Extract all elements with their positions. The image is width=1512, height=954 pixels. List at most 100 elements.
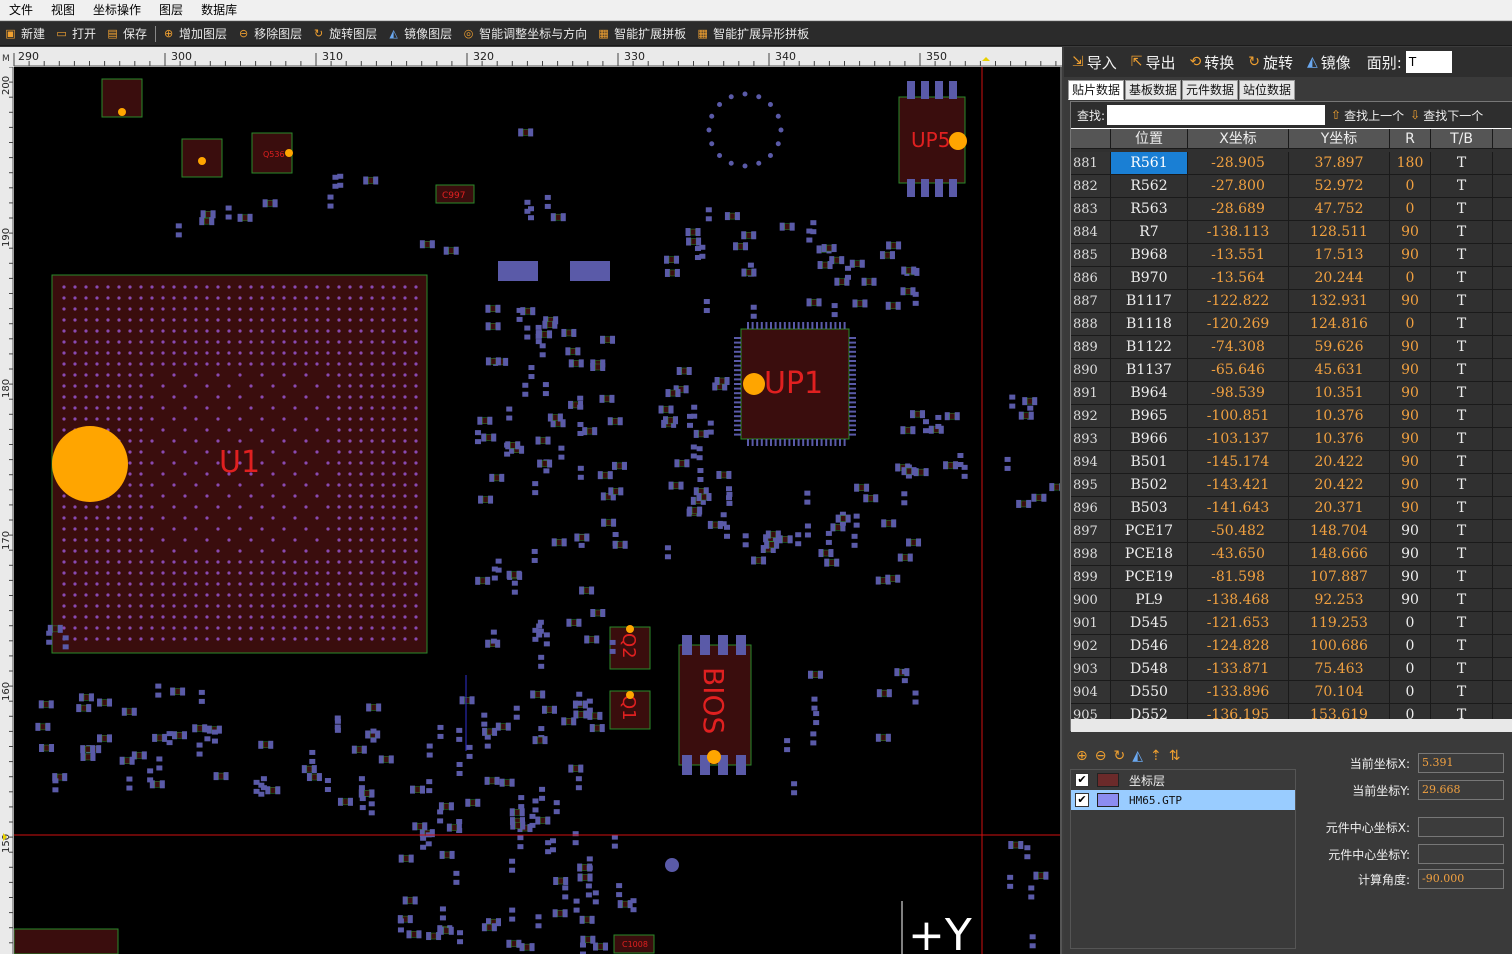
row-position[interactable]: B968	[1111, 244, 1188, 267]
row-x[interactable]: -145.174	[1188, 451, 1289, 474]
row-x[interactable]: -50.482	[1188, 520, 1289, 543]
row-rotation[interactable]: 0	[1390, 313, 1431, 336]
row-rotation[interactable]: 0	[1390, 635, 1431, 658]
component-bottom-left[interactable]	[14, 928, 119, 954]
row-position[interactable]: PL9	[1111, 589, 1188, 612]
col-r-header[interactable]: R	[1390, 129, 1431, 149]
row-x[interactable]: -27.800	[1188, 175, 1289, 198]
smart-panel-button[interactable]: ▦ 智能扩展拼板	[597, 22, 686, 46]
row-position[interactable]: PCE19	[1111, 566, 1188, 589]
row-position[interactable]: PCE18	[1111, 543, 1188, 566]
row-side[interactable]: T	[1431, 267, 1493, 290]
center-x-field[interactable]	[1418, 817, 1504, 837]
table-row[interactable]: 887 B1117 -122.822 132.931 90 T	[1071, 290, 1512, 313]
row-side[interactable]: T	[1431, 589, 1493, 612]
row-x[interactable]: -120.269	[1188, 313, 1289, 336]
row-rotation[interactable]: 90	[1390, 428, 1431, 451]
table-row[interactable]: 881 R561 -28.905 37.897 180 T	[1071, 152, 1512, 175]
row-x[interactable]: -74.308	[1188, 336, 1289, 359]
save-button[interactable]: ▤ 保存	[106, 22, 147, 46]
layer-checkbox-coordinate[interactable]: ✔	[1075, 773, 1089, 787]
row-side[interactable]: T	[1431, 612, 1493, 635]
row-y[interactable]: 10.376	[1289, 428, 1390, 451]
table-row[interactable]: 902 D546 -124.828 100.686 0 T	[1071, 635, 1512, 658]
rotate-layer-icon[interactable]: ↻	[1113, 748, 1125, 764]
row-position[interactable]: B970	[1111, 267, 1188, 290]
row-side[interactable]: T	[1431, 336, 1493, 359]
row-y[interactable]: 75.463	[1289, 658, 1390, 681]
table-row[interactable]: 895 B502 -143.421 20.422 90 T	[1071, 474, 1512, 497]
smart-adjust-button[interactable]: ◎ 智能调整坐标与方向	[462, 22, 587, 46]
row-y[interactable]: 47.752	[1289, 198, 1390, 221]
row-x[interactable]: -28.689	[1188, 198, 1289, 221]
row-side[interactable]: T	[1431, 290, 1493, 313]
table-row[interactable]: 898 PCE18 -43.650 148.666 90 T	[1071, 543, 1512, 566]
center-y-field[interactable]	[1418, 844, 1504, 864]
row-position[interactable]: R562	[1111, 175, 1188, 198]
row-x[interactable]: -13.551	[1188, 244, 1289, 267]
row-y[interactable]: 20.422	[1289, 474, 1390, 497]
angle-field[interactable]: -90.000	[1418, 869, 1504, 889]
grid-horizontal-scrollbar[interactable]	[1071, 719, 1512, 732]
row-position[interactable]: R563	[1111, 198, 1188, 221]
table-row[interactable]: 904 D550 -133.896 70.104 0 T	[1071, 681, 1512, 704]
mirror-layer-icon[interactable]: ◭	[1132, 748, 1143, 764]
col-tb-header[interactable]: T/B	[1431, 129, 1493, 149]
row-y[interactable]: 124.816	[1289, 313, 1390, 336]
row-y[interactable]: 45.631	[1289, 359, 1390, 382]
open-button[interactable]: ▭ 打开	[55, 22, 96, 46]
remove-layer-button[interactable]: ⊖ 移除图层	[237, 22, 302, 46]
menu-layer[interactable]: 图层	[150, 0, 192, 21]
table-row[interactable]: 883 R563 -28.689 47.752 0 T	[1071, 198, 1512, 221]
row-side[interactable]: T	[1431, 520, 1493, 543]
row-position[interactable]: B1137	[1111, 359, 1188, 382]
ruler-top[interactable]: M 290 300 310 320 330 340 350	[0, 47, 1062, 67]
menu-coordinate-ops[interactable]: 坐标操作	[84, 0, 150, 21]
row-side[interactable]: T	[1431, 313, 1493, 336]
row-rotation[interactable]: 90	[1390, 336, 1431, 359]
row-rotation[interactable]: 90	[1390, 566, 1431, 589]
table-row[interactable]: 891 B964 -98.539 10.351 90 T	[1071, 382, 1512, 405]
row-side[interactable]: T	[1431, 244, 1493, 267]
row-x[interactable]: -100.851	[1188, 405, 1289, 428]
new-button[interactable]: ▣ 新建	[4, 22, 45, 46]
layer-row-coordinate[interactable]: ✔ 坐标层	[1071, 770, 1295, 790]
row-y[interactable]: 132.931	[1289, 290, 1390, 313]
add-layer-button[interactable]: ⊕ 增加图层	[162, 22, 227, 46]
table-row[interactable]: 900 PL9 -138.468 92.253 90 T	[1071, 589, 1512, 612]
export-button[interactable]: ⇱ 导出	[1131, 52, 1176, 73]
row-rotation[interactable]: 90	[1390, 589, 1431, 612]
table-row[interactable]: 899 PCE19 -81.598 107.887 90 T	[1071, 566, 1512, 589]
row-x[interactable]: -138.468	[1188, 589, 1289, 612]
row-position[interactable]: D550	[1111, 681, 1188, 704]
row-rotation[interactable]: 90	[1390, 382, 1431, 405]
row-x[interactable]: -136.195	[1188, 704, 1289, 719]
row-y[interactable]: 107.887	[1289, 566, 1390, 589]
remove-layer-icon[interactable]: ⊖	[1095, 748, 1107, 764]
row-rotation[interactable]: 90	[1390, 543, 1431, 566]
row-position[interactable]: D548	[1111, 658, 1188, 681]
col-x-header[interactable]: X坐标	[1188, 129, 1289, 149]
row-x[interactable]: -103.137	[1188, 428, 1289, 451]
row-rotation[interactable]: 0	[1390, 198, 1431, 221]
row-y[interactable]: 20.422	[1289, 451, 1390, 474]
row-rotation[interactable]: 90	[1390, 359, 1431, 382]
row-position[interactable]: D552	[1111, 704, 1188, 719]
rotate-button[interactable]: ↻ 旋转	[1248, 52, 1293, 73]
row-position[interactable]: R7	[1111, 221, 1188, 244]
row-side[interactable]: T	[1431, 635, 1493, 658]
row-position[interactable]: R561	[1111, 152, 1188, 175]
row-y[interactable]: 37.897	[1289, 152, 1390, 175]
row-position[interactable]: B1118	[1111, 313, 1188, 336]
pcb-view[interactable]: U1 UP1 UP5 BIOS Q2 Q1 Q536 C997 C1008 +Y	[14, 67, 1060, 954]
table-row[interactable]: 886 B970 -13.564 20.244 0 T	[1071, 267, 1512, 290]
row-side[interactable]: T	[1431, 451, 1493, 474]
row-position[interactable]: D545	[1111, 612, 1188, 635]
table-row[interactable]: 889 B1122 -74.308 59.626 90 T	[1071, 336, 1512, 359]
table-row[interactable]: 897 PCE17 -50.482 148.704 90 T	[1071, 520, 1512, 543]
menu-view[interactable]: 视图	[42, 0, 84, 21]
tab-board-data[interactable]: 基板数据	[1125, 80, 1182, 100]
row-position[interactable]: B966	[1111, 428, 1188, 451]
row-side[interactable]: T	[1431, 428, 1493, 451]
tab-station-data[interactable]: 站位数据	[1239, 80, 1296, 100]
